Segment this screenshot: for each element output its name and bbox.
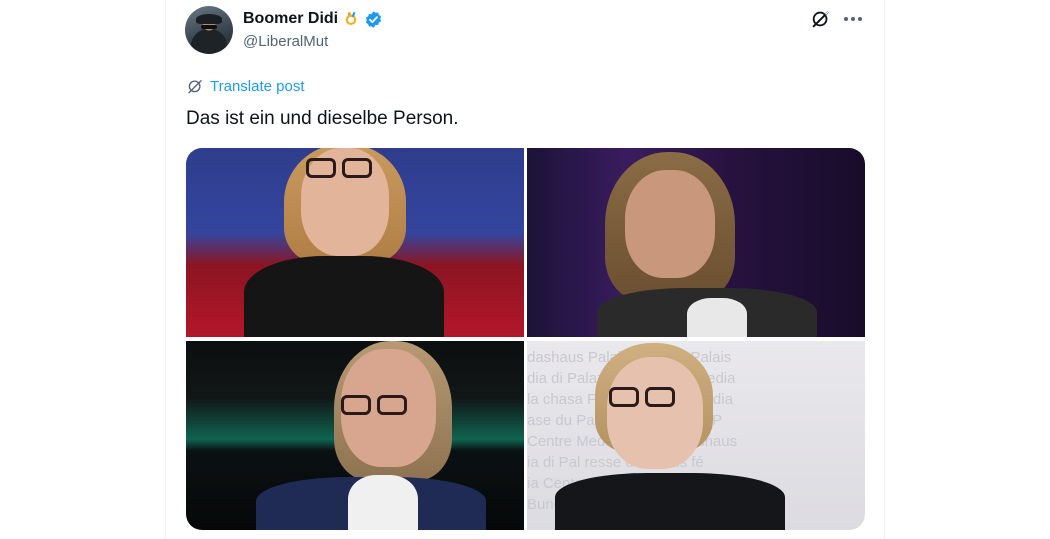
display-name[interactable]: Boomer Didi	[243, 10, 338, 28]
media-photo-4[interactable]: dashaus Palais uese du Palais dia di Pal…	[527, 341, 865, 530]
media-photo-1[interactable]	[186, 148, 524, 337]
translate-post-label[interactable]: Translate post	[210, 78, 305, 95]
translate-icon	[188, 80, 202, 94]
translate-post-link[interactable]: Translate post	[186, 76, 305, 96]
photo-1-torso	[244, 256, 444, 337]
more-options-icon[interactable]	[842, 8, 864, 30]
photo-2-collar	[687, 298, 747, 337]
media-photo-2[interactable]	[527, 148, 865, 337]
avatar[interactable]	[185, 6, 233, 54]
verified-check-icon	[366, 10, 382, 28]
photo-4-torso	[555, 473, 785, 530]
timeline-border-left	[165, 0, 166, 539]
photo-4-face	[607, 357, 703, 469]
timeline-border-right	[884, 0, 885, 539]
photo-3-collar	[348, 475, 418, 530]
avatar-hat	[196, 14, 222, 24]
media-photo-3[interactable]	[186, 341, 524, 530]
tweet-text: Das ist ein und dieselbe Person.	[186, 108, 459, 129]
photo-2-face	[625, 170, 715, 278]
fire-badge-icon[interactable]	[342, 10, 360, 28]
photo-3-glasses	[341, 395, 407, 415]
grok-icon[interactable]	[810, 8, 832, 30]
media-grid: dashaus Palais uese du Palais dia di Pal…	[186, 148, 865, 530]
author-handle[interactable]: @LiberalMut	[243, 33, 328, 50]
photo-4-glasses	[609, 387, 675, 407]
photo-1-glasses	[306, 158, 372, 178]
avatar-sunglasses	[201, 25, 217, 29]
author-name-row[interactable]: Boomer Didi	[243, 8, 383, 30]
